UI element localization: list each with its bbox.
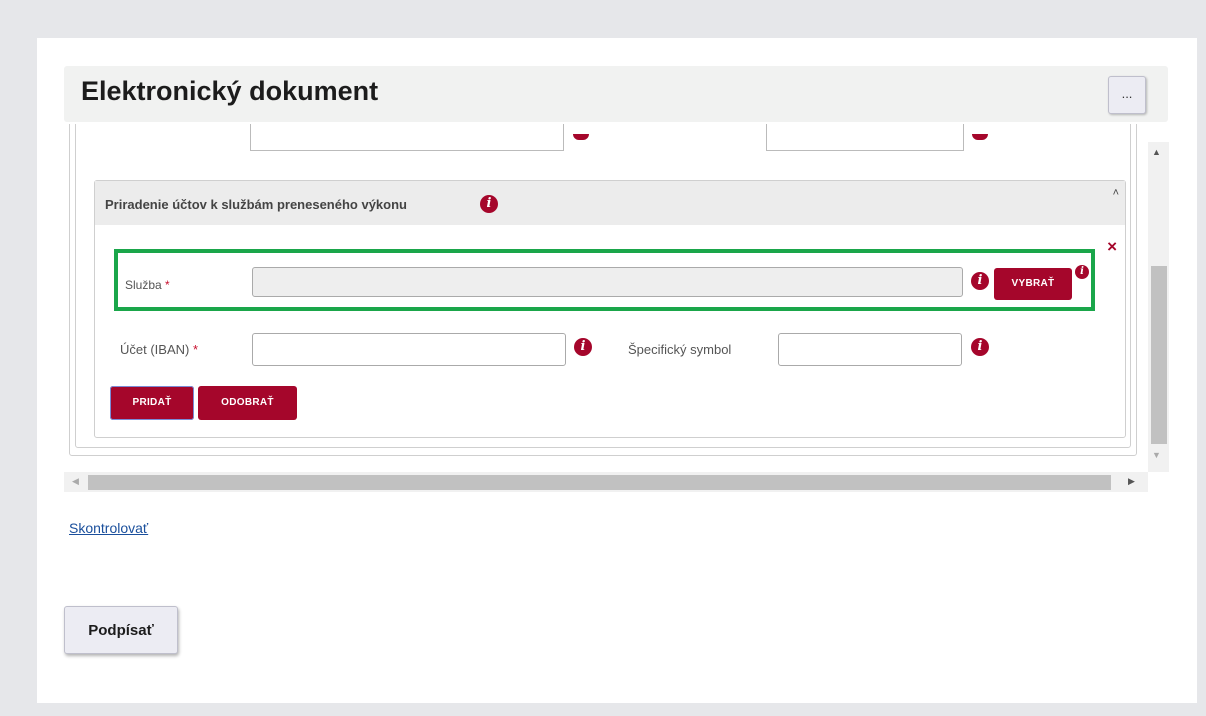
service-label: Služba * <box>125 278 170 292</box>
collapse-caret-icon[interactable]: ˄ <box>1113 187 1119 199</box>
iban-input[interactable] <box>252 333 566 366</box>
sign-button[interactable]: Podpísať <box>64 606 178 654</box>
scroll-right-icon[interactable]: ▶ <box>1128 476 1135 487</box>
add-button[interactable]: PRIDAŤ <box>110 386 194 420</box>
select-service-button[interactable]: VYBRAŤ <box>994 268 1072 300</box>
page-title: Elektronický dokument <box>81 76 379 106</box>
more-options-button[interactable]: ... <box>1108 76 1146 114</box>
info-icon[interactable]: i <box>574 338 592 356</box>
info-icon[interactable]: i <box>971 338 989 356</box>
info-icon[interactable]: i <box>971 272 989 290</box>
previous-field-input[interactable] <box>250 124 564 151</box>
document-header: Elektronický dokument ... <box>64 66 1168 122</box>
remove-button[interactable]: ODOBRAŤ <box>198 386 297 420</box>
previous-field-input[interactable] <box>766 124 964 151</box>
scroll-left-icon[interactable]: ◀ <box>72 476 79 487</box>
check-link[interactable]: Skontrolovať <box>69 520 148 536</box>
specific-symbol-input[interactable] <box>778 333 962 366</box>
service-input[interactable] <box>252 267 963 297</box>
horizontal-scrollbar[interactable]: ◀ ▶ <box>64 472 1148 492</box>
vertical-scrollbar[interactable]: ▲ ▼ <box>1148 142 1169 472</box>
section-title: Priradenie účtov k službám preneseného v… <box>105 197 407 212</box>
specific-symbol-label: Špecifický symbol <box>628 342 732 357</box>
info-icon[interactable]: i <box>480 195 498 213</box>
scroll-up-icon[interactable]: ▲ <box>1152 147 1161 157</box>
main-panel: Elektronický dokument ... Priradenie účt… <box>37 38 1197 703</box>
iban-label: Účet (IBAN) * <box>120 342 199 357</box>
section-header[interactable]: Priradenie účtov k službám preneseného v… <box>95 181 1125 225</box>
scroll-down-icon[interactable]: ▼ <box>1152 450 1161 460</box>
vertical-scroll-thumb[interactable] <box>1151 266 1167 444</box>
horizontal-scroll-thumb[interactable] <box>88 475 1111 490</box>
close-icon[interactable]: × <box>1107 237 1117 257</box>
info-icon[interactable]: i <box>1075 265 1089 279</box>
